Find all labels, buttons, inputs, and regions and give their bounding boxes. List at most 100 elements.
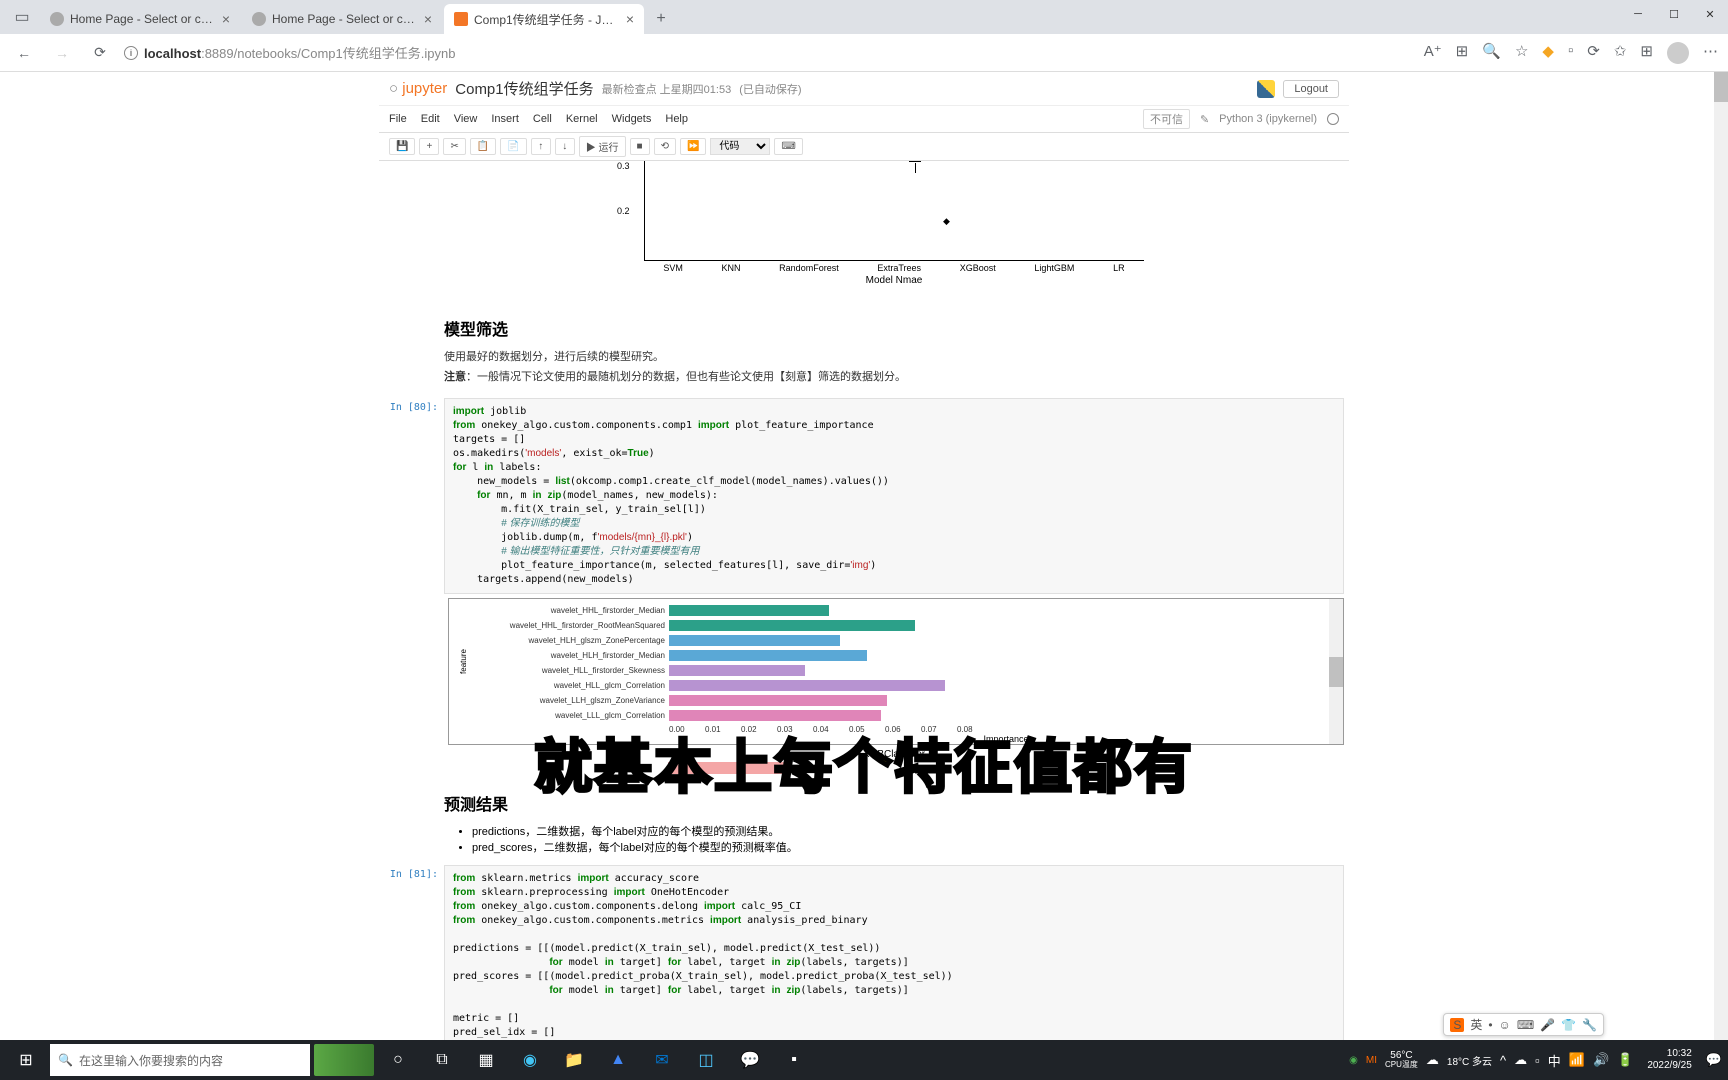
tray-chevron-icon[interactable]: ^ [1500,1053,1506,1068]
ime-punct-icon[interactable]: • [1488,1018,1492,1032]
sync-icon[interactable]: ⟳ [1587,42,1600,64]
browser-tab-1[interactable]: Home Page - Select or create a... × [242,4,442,34]
menu-file[interactable]: File [389,113,407,125]
app5-icon[interactable]: ◫ [686,1040,726,1080]
ime-skin-icon[interactable]: 👕 [1561,1018,1576,1032]
restart-run-button[interactable]: ⏩ [680,138,706,155]
kernel-name[interactable]: Python 3 (ipykernel) [1219,113,1317,125]
ime-tray-icon[interactable]: 中 [1548,1051,1561,1070]
window-maximize-button[interactable] [1656,0,1692,28]
mail-icon[interactable]: ✉ [642,1040,682,1080]
edge-icon[interactable]: ◉ [510,1040,550,1080]
favicon-icon [252,12,266,26]
restart-button[interactable]: ⟲ [654,138,676,155]
new-tab-button[interactable]: + [646,4,676,34]
site-info-icon[interactable]: i [124,46,138,60]
menu-view[interactable]: View [454,113,478,125]
ime-floating-bar[interactable]: S 英 • ☺ ⌨ 🎤 👕 🔧 [1443,1013,1604,1036]
volume-icon[interactable]: 🔊 [1593,1052,1609,1068]
jupyter-logo[interactable]: ○ jupyter [389,80,447,97]
start-button[interactable]: ⊞ [6,1040,46,1080]
menu-widgets[interactable]: Widgets [612,113,652,125]
notifications-icon[interactable]: 💬 [1706,1052,1722,1068]
chart-title: XGBClassifier [444,749,1344,760]
battery-icon[interactable]: 🔋 [1617,1052,1633,1068]
zoom-icon[interactable]: 🔍 [1482,42,1501,64]
favicon-icon [454,12,468,26]
forward-button: → [48,39,76,67]
translate-icon[interactable]: ⊞ [1456,42,1469,64]
app3-icon[interactable]: ▲ [598,1040,638,1080]
code-cell-1[interactable]: In [80]: import joblib from onekey_algo.… [384,398,1344,594]
apps-button[interactable]: ▦ [466,1040,506,1080]
explorer-icon[interactable]: 📁 [554,1040,594,1080]
command-palette-button[interactable]: ⌨ [774,138,802,155]
markdown-cell-model-selection[interactable]: 模型筛选 使用最好的数据划分，进行后续的模型研究。 注意：注意：一般情况下论文使… [384,301,1344,398]
wechat-icon[interactable]: 💬 [730,1040,770,1080]
wifi-icon[interactable]: 📶 [1569,1052,1585,1068]
terminal-icon[interactable]: ▪ [774,1040,814,1080]
browser-tab-0[interactable]: Home Page - Select or create a... × [40,4,240,34]
ime-emoji-icon[interactable]: ☺ [1499,1018,1511,1032]
celltype-select[interactable]: 代码 [710,138,770,155]
pencil-icon[interactable]: ✎ [1200,113,1209,126]
360-icon[interactable]: ◉ [1349,1055,1358,1066]
stop-button[interactable]: ■ [630,138,650,155]
profile-icon[interactable] [1667,42,1689,64]
search-placeholder: 在这里输入你要搜索的内容 [79,1052,223,1069]
run-button[interactable]: ▶ 运行 [579,136,626,157]
save-button[interactable]: 💾 [389,138,415,155]
paste-button[interactable]: 📄 [500,138,526,155]
more-icon[interactable]: ⋯ [1703,42,1718,64]
weather-text: 18°C 多云 [1447,1053,1492,1068]
taskbar-widget[interactable] [314,1044,374,1076]
close-icon[interactable]: × [424,11,432,27]
window-close-button[interactable] [1692,0,1728,28]
add-cell-button[interactable]: + [419,138,439,155]
logout-button[interactable]: Logout [1283,80,1339,98]
meet-icon[interactable]: ▫ [1535,1053,1540,1068]
notebook-title[interactable]: Comp1传统组学任务 [455,78,593,99]
cpu-temp-label: CPU温度 [1385,1061,1418,1070]
ime-mic-icon[interactable]: 🎤 [1540,1018,1555,1032]
move-up-button[interactable]: ↑ [531,138,551,155]
close-icon[interactable]: × [222,11,230,27]
menu-edit[interactable]: Edit [421,113,440,125]
trusted-button[interactable]: 不可信 [1143,109,1190,129]
ime-keyboard-icon[interactable]: ⌨ [1517,1018,1534,1032]
favorites-bar-icon[interactable]: ✩ [1614,42,1627,64]
menu-cell[interactable]: Cell [533,113,552,125]
ext2-icon[interactable]: ▫ [1568,42,1573,64]
browser-tab-2[interactable]: Comp1传统组学任务 - Jupyter N... × [444,4,644,34]
copy-button[interactable]: 📋 [470,138,496,155]
onedrive-icon[interactable]: ☁ [1514,1052,1527,1068]
menu-help[interactable]: Help [665,113,688,125]
cortana-button[interactable]: ○ [378,1040,418,1080]
menu-insert[interactable]: Insert [491,113,519,125]
move-down-button[interactable]: ↓ [555,138,575,155]
taskbar-search[interactable]: 🔍 在这里输入你要搜索的内容 [50,1044,310,1076]
ime-tool-icon[interactable]: 🔧 [1582,1018,1597,1032]
menu-kernel[interactable]: Kernel [566,113,598,125]
tab-panel-button[interactable]: ▭ [4,0,40,34]
refresh-button[interactable]: ⟳ [86,39,114,67]
collections-icon[interactable]: ⊞ [1640,42,1653,64]
cut-button[interactable]: ✂ [443,138,465,155]
clock[interactable]: 10:32 2022/9/25 [1641,1048,1698,1072]
ext1-icon[interactable]: ◆ [1542,42,1554,64]
markdown-cell-predictions[interactable]: 预测结果 predictions，二维数据，每个label对应的每个模型的预测结… [384,776,1344,865]
code-content[interactable]: import joblib from onekey_algo.custom.co… [444,398,1344,594]
favorite-icon[interactable]: ☆ [1515,42,1528,64]
close-icon[interactable]: × [626,11,634,27]
window-minimize-button[interactable] [1620,0,1656,28]
page-scrollbar[interactable] [1714,72,1728,1040]
back-button[interactable]: ← [10,39,38,67]
reading-mode-icon[interactable]: A⁺ [1424,42,1442,64]
mi-icon[interactable]: MI [1366,1055,1377,1066]
weather-icon[interactable]: ☁ [1426,1052,1439,1068]
ime-lang[interactable]: 英 [1470,1016,1482,1033]
taskview-button[interactable]: ⧉ [422,1040,462,1080]
url-path: :8889/notebooks/Comp1传统组学任务.ipynb [201,46,455,61]
address-bar[interactable]: i localhost:8889/notebooks/Comp1传统组学任务.i… [124,43,1414,62]
output-scrollbar[interactable] [1329,599,1343,744]
